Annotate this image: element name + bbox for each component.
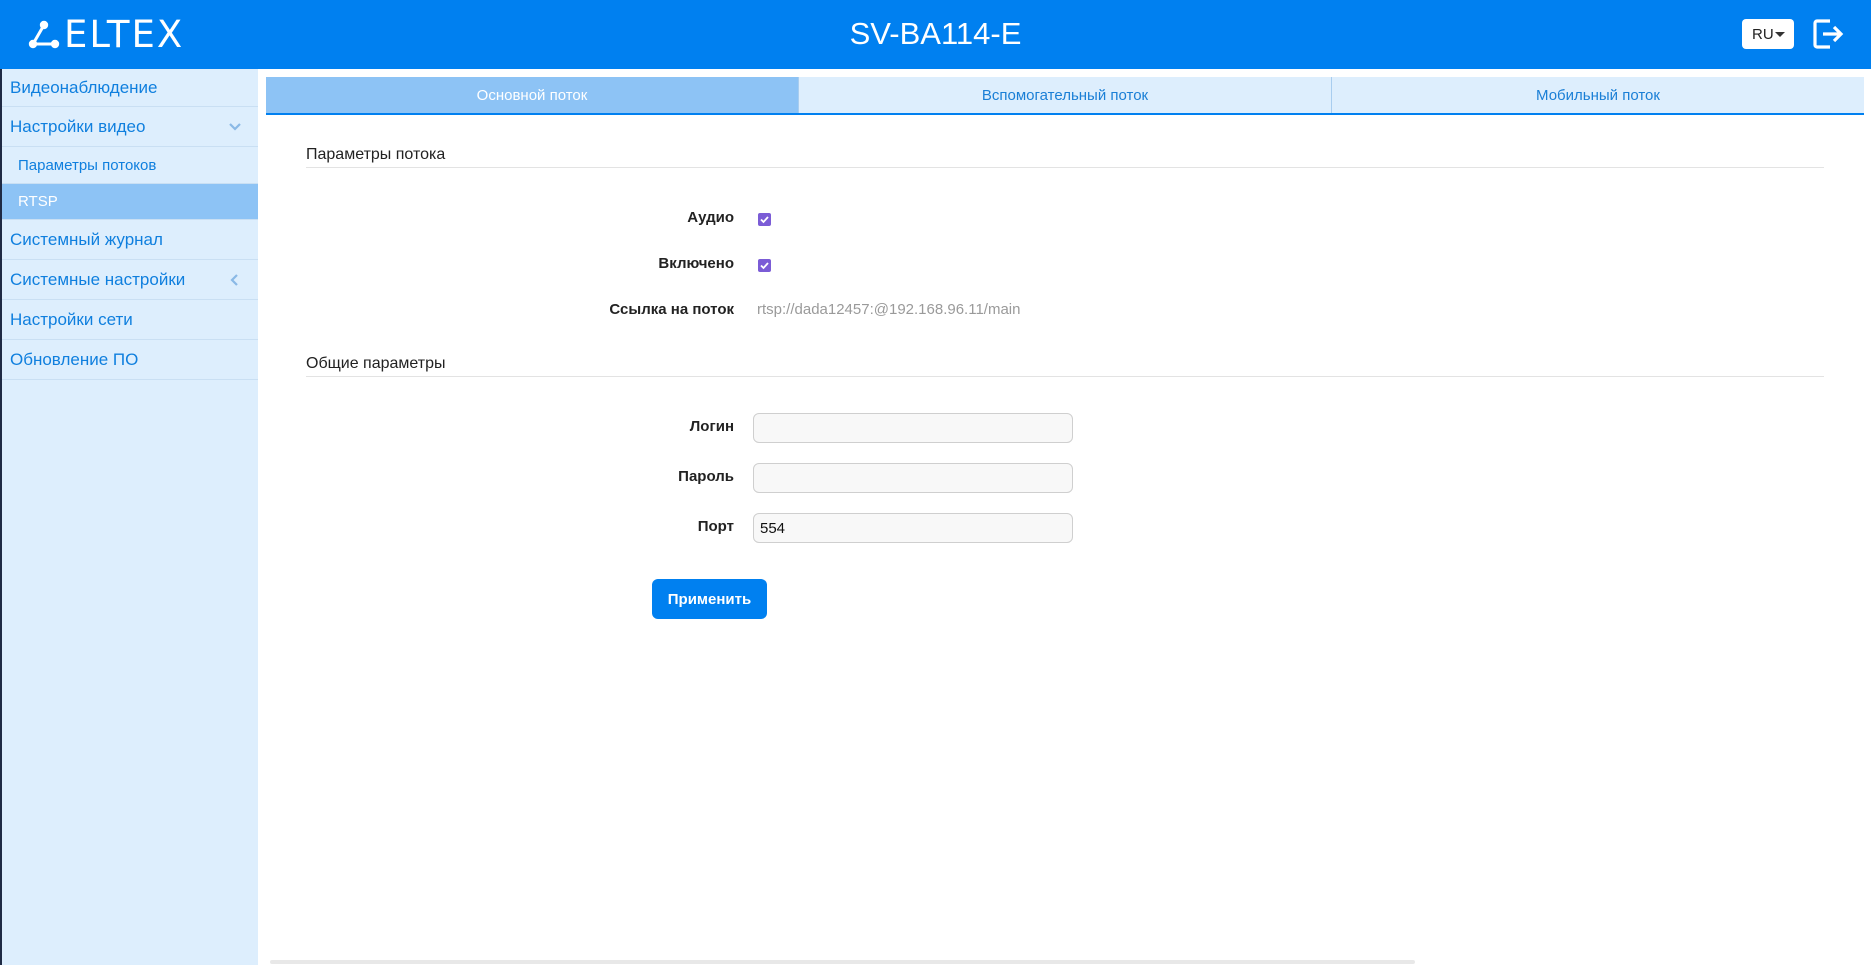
password-input[interactable] <box>753 463 1073 493</box>
sidebar-item-label: Настройки видео <box>10 116 146 136</box>
check-icon <box>760 216 769 224</box>
caret-down-icon <box>1775 32 1785 37</box>
login-input[interactable] <box>753 413 1073 443</box>
stream-link-value: rtsp://dada12457:@192.168.96.11/main <box>757 301 1021 318</box>
sidebar: Видеонаблюдение Настройки видео Параметр… <box>2 69 258 965</box>
audio-checkbox[interactable] <box>758 213 771 226</box>
enabled-label: Включено <box>658 255 734 272</box>
sidebar-item-label: Видеонаблюдение <box>10 77 158 97</box>
sidebar-item-label: Системные настройки <box>10 269 186 289</box>
logout-icon <box>1813 19 1844 49</box>
port-input[interactable] <box>753 513 1073 543</box>
stream-link-label: Ссылка на поток <box>609 301 734 318</box>
stream-tabs: Основной поток Вспомогательный поток Моб… <box>266 77 1864 115</box>
enabled-checkbox[interactable] <box>758 259 771 272</box>
device-title: SV-BA114-E <box>849 16 1022 51</box>
audio-label: Аудио <box>687 209 734 226</box>
top-header: ELTEX SV-BA114-E RU <box>0 0 1871 69</box>
sidebar-item-network-settings[interactable]: Настройки сети <box>2 300 258 340</box>
sidebar-item-system-log[interactable]: Системный журнал <box>2 220 258 260</box>
chevron-left-icon <box>230 273 238 286</box>
sidebar-item-label: Обновление ПО <box>10 349 139 369</box>
divider <box>306 167 1824 168</box>
sidebar-item-label: Настройки сети <box>10 309 133 329</box>
sidebar-item-label: Параметры потоков <box>18 156 157 174</box>
login-label: Логин <box>689 418 734 435</box>
tab-secondary-stream[interactable]: Вспомогательный поток <box>798 77 1331 113</box>
sidebar-item-system-settings[interactable]: Системные настройки <box>2 260 258 300</box>
port-label: Порт <box>697 518 734 535</box>
sidebar-item-label: RTSP <box>18 193 58 210</box>
sidebar-item-video-surveillance[interactable]: Видеонаблюдение <box>2 69 258 107</box>
tab-mobile-stream[interactable]: Мобильный поток <box>1331 77 1864 113</box>
apply-button[interactable]: Применить <box>652 579 767 619</box>
chevron-down-icon <box>229 122 241 131</box>
sidebar-item-rtsp[interactable]: RTSP <box>2 184 258 220</box>
logout-button[interactable] <box>1812 18 1846 50</box>
horizontal-scrollbar[interactable] <box>270 960 1415 964</box>
section-title-general-params: Общие параметры <box>306 355 446 372</box>
language-select[interactable]: RU <box>1742 19 1794 49</box>
divider <box>306 376 1824 377</box>
sidebar-item-firmware-update[interactable]: Обновление ПО <box>2 340 258 380</box>
sidebar-item-video-settings[interactable]: Настройки видео <box>2 107 258 147</box>
sidebar-item-label: Системный журнал <box>10 229 163 249</box>
sidebar-item-stream-params[interactable]: Параметры потоков <box>2 147 258 184</box>
section-title-stream-params: Параметры потока <box>306 146 446 163</box>
language-value: RU <box>1752 25 1774 43</box>
check-icon <box>760 262 769 270</box>
tab-main-stream[interactable]: Основной поток <box>266 77 798 113</box>
password-label: Пароль <box>678 468 734 485</box>
